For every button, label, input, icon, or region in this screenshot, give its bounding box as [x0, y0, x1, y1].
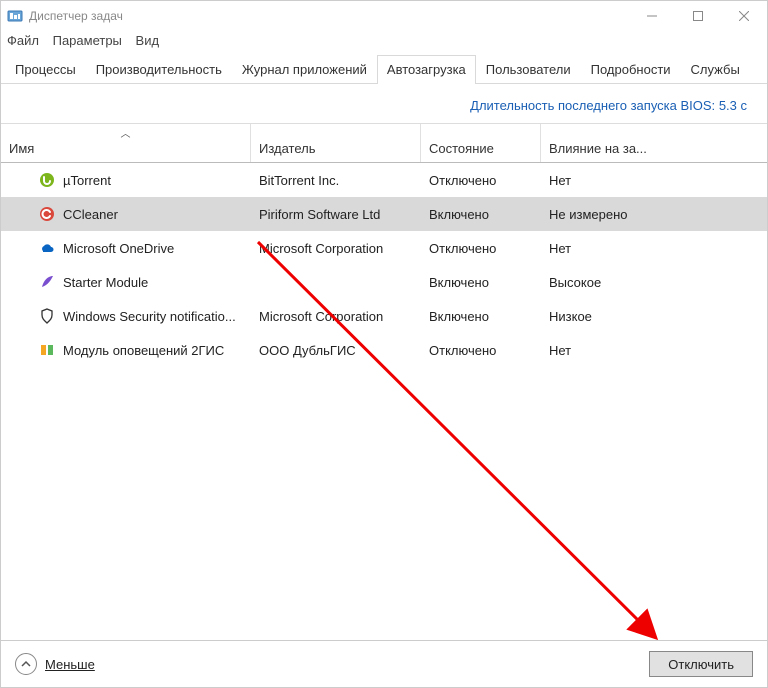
table-row[interactable]: Microsoft OneDrive Microsoft CorporationО… [1, 231, 767, 265]
row-publisher: Microsoft Corporation [251, 309, 421, 324]
tab-2[interactable]: Журнал приложений [232, 55, 377, 84]
row-status: Включено [421, 207, 541, 222]
fewer-details-button[interactable]: Меньше [15, 653, 95, 675]
titlebar: Диспетчер задач [1, 1, 767, 31]
startup-list: µTorrentBitTorrent Inc.ОтключеноНетCClea… [1, 163, 767, 640]
row-name: Starter Module [63, 275, 148, 290]
row-name: µTorrent [63, 173, 111, 188]
utorrent-icon [39, 172, 55, 188]
row-publisher: ООО ДубльГИС [251, 343, 421, 358]
row-name: Windows Security notificatio... [63, 309, 236, 324]
tab-6[interactable]: Службы [681, 55, 750, 84]
row-name: Microsoft OneDrive [63, 241, 174, 256]
table-row[interactable]: Windows Security notificatio... Microsoft… [1, 299, 767, 333]
header-status[interactable]: Состояние [421, 124, 541, 162]
row-status: Отключено [421, 173, 541, 188]
tab-0[interactable]: Процессы [5, 55, 86, 84]
close-button[interactable] [721, 1, 767, 31]
tab-3[interactable]: Автозагрузка [377, 55, 476, 84]
row-publisher: Piriform Software Ltd [251, 207, 421, 222]
app-icon [7, 8, 23, 24]
window-controls [629, 1, 767, 31]
fewer-label: Меньше [45, 657, 95, 672]
bios-label: Длительность последнего запуска BIOS: [470, 98, 715, 113]
row-status: Включено [421, 275, 541, 290]
table-row[interactable]: CCleaner Piriform Software LtdВключеноНе … [1, 197, 767, 231]
tab-5[interactable]: Подробности [581, 55, 681, 84]
tab-4[interactable]: Пользователи [476, 55, 581, 84]
header-impact[interactable]: Влияние на за... [541, 124, 767, 162]
header-publisher-label: Издатель [259, 141, 316, 156]
minimize-button[interactable] [629, 1, 675, 31]
header-impact-label: Влияние на за... [549, 141, 647, 156]
sort-caret-icon: ︿ [121, 125, 131, 140]
menu-view[interactable]: Вид [136, 33, 160, 48]
menubar: Файл Параметры Вид [1, 31, 767, 54]
menu-options[interactable]: Параметры [53, 33, 122, 48]
feather-icon [39, 274, 55, 290]
row-status: Отключено [421, 241, 541, 256]
row-impact: Нет [541, 241, 767, 256]
row-status: Включено [421, 309, 541, 324]
window-title: Диспетчер задач [29, 9, 629, 23]
row-impact: Нет [541, 173, 767, 188]
column-headers: ︿ Имя Издатель Состояние Влияние на за..… [1, 123, 767, 163]
row-impact: Нет [541, 343, 767, 358]
row-impact: Низкое [541, 309, 767, 324]
header-status-label: Состояние [429, 141, 494, 156]
row-publisher: BitTorrent Inc. [251, 173, 421, 188]
tab-1[interactable]: Производительность [86, 55, 232, 84]
table-row[interactable]: Модуль оповещений 2ГИС ООО ДубльГИСОтключ… [1, 333, 767, 367]
bios-value: 5.3 с [719, 98, 747, 113]
row-impact: Не измерено [541, 207, 767, 222]
onedrive-icon [39, 240, 55, 256]
bios-line: Длительность последнего запуска BIOS: 5.… [1, 84, 767, 123]
shield-icon [39, 308, 55, 324]
header-publisher[interactable]: Издатель [251, 124, 421, 162]
table-row[interactable]: Starter Module ВключеноВысокое [1, 265, 767, 299]
header-name-label: Имя [9, 141, 34, 156]
menu-file[interactable]: Файл [7, 33, 39, 48]
row-name: CCleaner [63, 207, 118, 222]
ccleaner-icon [39, 206, 55, 222]
chevron-up-icon [15, 653, 37, 675]
disable-button[interactable]: Отключить [649, 651, 753, 677]
tabs: ПроцессыПроизводительностьЖурнал приложе… [1, 54, 767, 84]
2gis-icon [39, 342, 55, 358]
header-name[interactable]: ︿ Имя [1, 124, 251, 162]
row-name: Модуль оповещений 2ГИС [63, 343, 224, 358]
disable-button-label: Отключить [668, 657, 734, 672]
row-publisher: Microsoft Corporation [251, 241, 421, 256]
maximize-button[interactable] [675, 1, 721, 31]
table-row[interactable]: µTorrent BitTorrent Inc.ОтключеноНет [1, 163, 767, 197]
row-impact: Высокое [541, 275, 767, 290]
row-status: Отключено [421, 343, 541, 358]
footer: Меньше Отключить [1, 640, 767, 687]
